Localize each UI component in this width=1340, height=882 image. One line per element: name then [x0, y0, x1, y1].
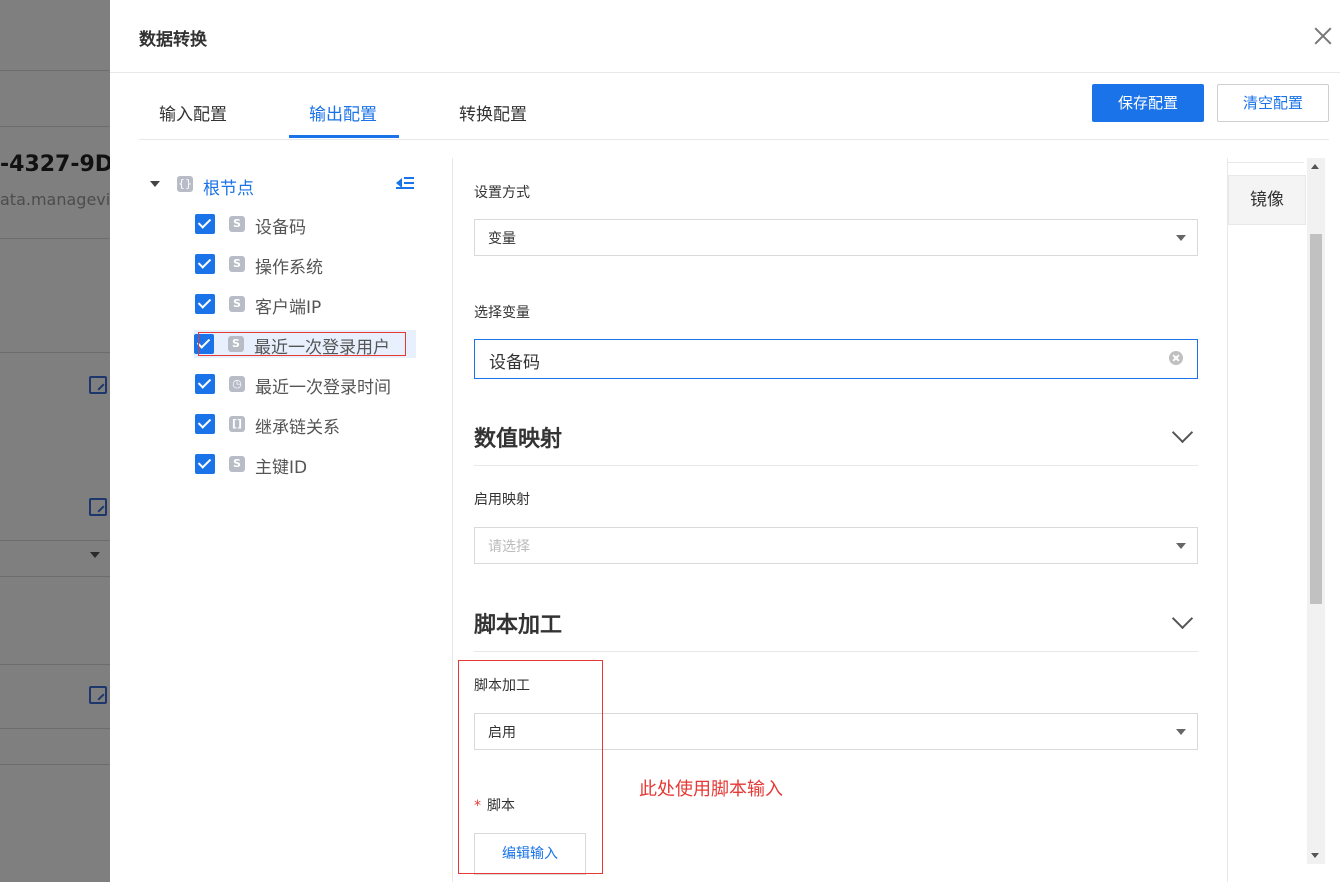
tree-node-label: 主键ID: [255, 458, 308, 478]
side-tab-mirror[interactable]: 镜像: [1228, 175, 1306, 225]
clear-icon[interactable]: [1169, 351, 1183, 365]
tab-transform-config[interactable]: 转换配置: [459, 100, 527, 125]
value-mapping-section[interactable]: 数值映射: [474, 407, 1198, 466]
select-value: 启用: [488, 725, 516, 741]
tab-output-config[interactable]: 输出配置: [309, 100, 377, 125]
script-processing-select[interactable]: 启用: [474, 713, 1198, 750]
tree-node-label: 客户端IP: [255, 298, 322, 318]
close-icon[interactable]: [1313, 26, 1333, 46]
edit-input-button[interactable]: 编辑输入: [474, 833, 586, 875]
chevron-down-icon[interactable]: [1171, 421, 1194, 444]
script-processing-label: 脚本加工: [474, 678, 530, 694]
chevron-down-icon: [1176, 729, 1186, 735]
select-variable-label: 选择变量: [474, 305, 530, 321]
select-placeholder: 请选择: [488, 539, 530, 555]
checkbox[interactable]: [194, 334, 214, 354]
clear-config-button[interactable]: 清空配置: [1217, 84, 1329, 122]
script-processing-section[interactable]: 脚本加工: [474, 593, 1198, 652]
string-type-icon: S: [229, 256, 245, 272]
checkbox[interactable]: [195, 454, 215, 474]
annotation-text: 此处使用脚本输入: [639, 779, 783, 800]
tree-node-label: 继承链关系: [255, 418, 340, 438]
tree-node[interactable]: S 设备码: [195, 210, 435, 238]
save-config-button[interactable]: 保存配置: [1092, 84, 1204, 122]
checkbox[interactable]: [195, 254, 215, 274]
output-config-form: 设置方式 变量 选择变量 设备码 数值映射 启用映射 请选择 脚本加工 脚本加工…: [474, 158, 1198, 882]
tree-node-label: 操作系统: [255, 258, 323, 278]
caret-down-icon[interactable]: [150, 181, 160, 187]
required-mark: *: [474, 798, 481, 814]
tree-node[interactable]: [] 继承链关系: [195, 410, 435, 438]
active-tab-indicator: [289, 135, 399, 138]
section-title: 数值映射: [474, 427, 563, 452]
panel-divider: [452, 158, 453, 882]
string-type-icon: S: [229, 216, 245, 232]
set-mode-select[interactable]: 变量: [474, 219, 1198, 256]
vertical-scrollbar[interactable]: [1307, 158, 1325, 864]
select-value: 变量: [488, 231, 516, 247]
checkbox[interactable]: [195, 374, 215, 394]
chevron-down-icon: [1176, 543, 1186, 549]
array-type-icon: []: [229, 416, 245, 432]
script-label-text: 脚本: [487, 798, 515, 814]
scroll-thumb[interactable]: [1310, 234, 1322, 604]
enable-mapping-label: 启用映射: [474, 492, 530, 508]
tree-node[interactable]: S 主键ID: [195, 450, 435, 478]
checkbox[interactable]: [195, 214, 215, 234]
scroll-up-icon[interactable]: [1311, 164, 1319, 169]
tree-node[interactable]: ◷ 最近一次登录时间: [195, 370, 435, 398]
string-type-icon: S: [229, 456, 245, 472]
set-mode-label: 设置方式: [474, 185, 530, 201]
string-type-icon: S: [228, 336, 244, 352]
drawer-header: 数据转换: [110, 0, 1340, 73]
tree-node-selected[interactable]: S 最近一次登录用户: [194, 330, 416, 358]
enable-mapping-select[interactable]: 请选择: [474, 527, 1198, 564]
drawer-title: 数据转换: [139, 30, 207, 50]
tab-input-config[interactable]: 输入配置: [159, 100, 227, 125]
section-title: 脚本加工: [474, 613, 563, 638]
panel-divider: [1227, 158, 1228, 882]
tree-node-label: 最近一次登录时间: [255, 378, 391, 398]
checkbox[interactable]: [195, 414, 215, 434]
checkbox[interactable]: [195, 294, 215, 314]
tree-node[interactable]: S 操作系统: [195, 250, 435, 278]
clock-type-icon: ◷: [229, 376, 245, 392]
variable-input[interactable]: 设备码: [474, 339, 1198, 379]
object-brace-icon: {}: [177, 176, 193, 192]
field-tree: {} 根节点 S 设备码 S 操作系统 S 客户端IP S 最近一次登录用户 ◷…: [140, 160, 460, 880]
collapse-all-icon[interactable]: [396, 174, 414, 192]
script-label: * 脚本: [474, 795, 515, 815]
input-value: 设备码: [489, 353, 540, 373]
tree-node-label: 设备码: [255, 218, 306, 238]
chevron-down-icon[interactable]: [1171, 607, 1194, 630]
tree-root-label: 根节点: [203, 179, 254, 199]
data-conversion-drawer: 数据转换 输入配置 输出配置 转换配置 保存配置 清空配置 {} 根节点 S 设…: [110, 0, 1340, 882]
tree-node-label: 最近一次登录用户: [254, 338, 390, 358]
chevron-down-icon: [1176, 235, 1186, 241]
tree-node[interactable]: S 客户端IP: [195, 290, 435, 318]
string-type-icon: S: [229, 296, 245, 312]
scroll-down-icon[interactable]: [1311, 853, 1319, 858]
side-tab-top: [1228, 158, 1304, 163]
